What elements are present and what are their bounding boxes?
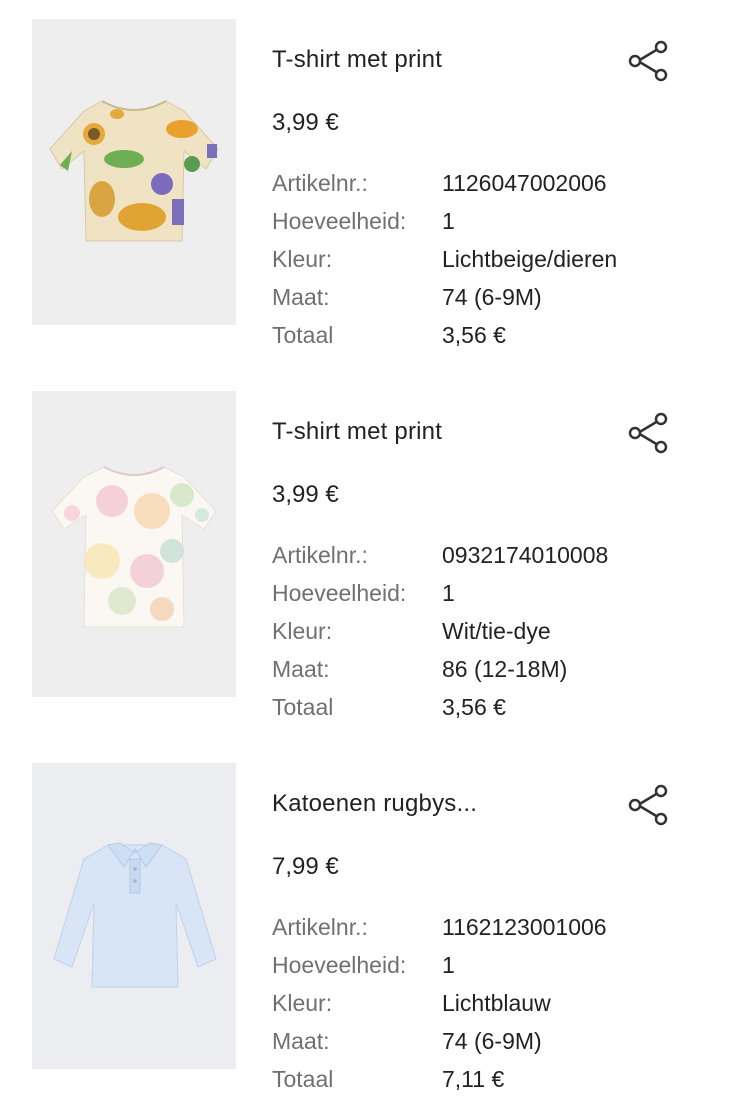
product-image-tie-dye-tshirt[interactable]	[32, 391, 236, 697]
tie-dye-tshirt-image	[51, 466, 217, 628]
size-value: 86 (12-18M)	[442, 656, 568, 682]
detail-row-article-no: Artikelnr.: 1162123001006	[272, 908, 692, 946]
detail-row-size: Maat: 86 (12-18M)	[272, 650, 692, 688]
product-name[interactable]: Katoenen rugbys...	[272, 790, 477, 818]
order-item: T-shirt met print 3,99 € Artikelnr.: 112…	[0, 19, 750, 348]
product-details: Artikelnr.: 1162123001006 Hoeveelheid: 1…	[272, 908, 692, 1098]
quantity-label: Hoeveelheid:	[272, 208, 407, 234]
quantity-value: 1	[442, 580, 455, 606]
color-value: Lichtblauw	[442, 990, 551, 1016]
share-button[interactable]	[624, 37, 672, 85]
size-label: Maat:	[272, 656, 330, 682]
order-item: T-shirt met print 3,99 € Artikelnr.: 093…	[0, 391, 750, 720]
article-no-value: 0932174010008	[442, 542, 609, 568]
product-price: 3,99 €	[272, 481, 339, 508]
size-label: Maat:	[272, 284, 330, 310]
detail-row-article-no: Artikelnr.: 1126047002006	[272, 164, 692, 202]
total-value: 7,11 €	[442, 1066, 505, 1092]
detail-row-quantity: Hoeveelheid: 1	[272, 574, 692, 612]
share-icon	[628, 40, 668, 82]
color-value: Lichtbeige/dieren	[442, 246, 618, 272]
quantity-value: 1	[442, 208, 455, 234]
quantity-value: 1	[442, 952, 455, 978]
size-label: Maat:	[272, 1028, 330, 1054]
product-price: 7,99 €	[272, 853, 339, 880]
size-value: 74 (6-9M)	[442, 1028, 542, 1054]
quantity-label: Hoeveelheid:	[272, 580, 407, 606]
article-no-label: Artikelnr.:	[272, 542, 368, 568]
detail-row-size: Maat: 74 (6-9M)	[272, 1022, 692, 1060]
share-icon	[628, 412, 668, 454]
detail-row-total: Totaal 7,11 €	[272, 1060, 692, 1098]
detail-row-color: Kleur: Wit/tie-dye	[272, 612, 692, 650]
product-image-animal-print-tshirt[interactable]	[32, 19, 236, 325]
color-label: Kleur:	[272, 246, 333, 272]
share-button[interactable]	[624, 781, 672, 829]
color-label: Kleur:	[272, 618, 333, 644]
color-label: Kleur:	[272, 990, 333, 1016]
detail-row-color: Kleur: Lichtblauw	[272, 984, 692, 1022]
animal-print-tshirt-image	[49, 100, 219, 242]
total-label: Totaal	[272, 1066, 334, 1092]
article-no-value: 1126047002006	[442, 170, 607, 196]
detail-row-quantity: Hoeveelheid: 1	[272, 202, 692, 240]
detail-row-article-no: Artikelnr.: 0932174010008	[272, 536, 692, 574]
article-no-label: Artikelnr.:	[272, 914, 368, 940]
detail-row-color: Kleur: Lichtbeige/dieren	[272, 240, 692, 278]
product-details: Artikelnr.: 1126047002006 Hoeveelheid: 1…	[272, 164, 692, 354]
article-no-label: Artikelnr.:	[272, 170, 368, 196]
total-label: Totaal	[272, 694, 334, 720]
product-image-rugby-shirt[interactable]	[32, 763, 236, 1069]
share-button[interactable]	[624, 409, 672, 457]
total-value: 3,56 €	[442, 322, 506, 348]
product-price: 3,99 €	[272, 109, 339, 136]
light-blue-rugby-shirt-image	[53, 842, 217, 988]
share-icon	[628, 784, 668, 826]
size-value: 74 (6-9M)	[442, 284, 542, 310]
product-name[interactable]: T-shirt met print	[272, 418, 442, 446]
detail-row-quantity: Hoeveelheid: 1	[272, 946, 692, 984]
product-name[interactable]: T-shirt met print	[272, 46, 442, 74]
order-item: Katoenen rugbys... 7,99 € Artikelnr.: 11…	[0, 763, 750, 1092]
quantity-label: Hoeveelheid:	[272, 952, 407, 978]
color-value: Wit/tie-dye	[442, 618, 551, 644]
total-label: Totaal	[272, 322, 334, 348]
detail-row-total: Totaal 3,56 €	[272, 688, 692, 726]
article-no-value: 1162123001006	[442, 914, 607, 940]
product-details: Artikelnr.: 0932174010008 Hoeveelheid: 1…	[272, 536, 692, 726]
detail-row-size: Maat: 74 (6-9M)	[272, 278, 692, 316]
detail-row-total: Totaal 3,56 €	[272, 316, 692, 354]
total-value: 3,56 €	[442, 694, 506, 720]
